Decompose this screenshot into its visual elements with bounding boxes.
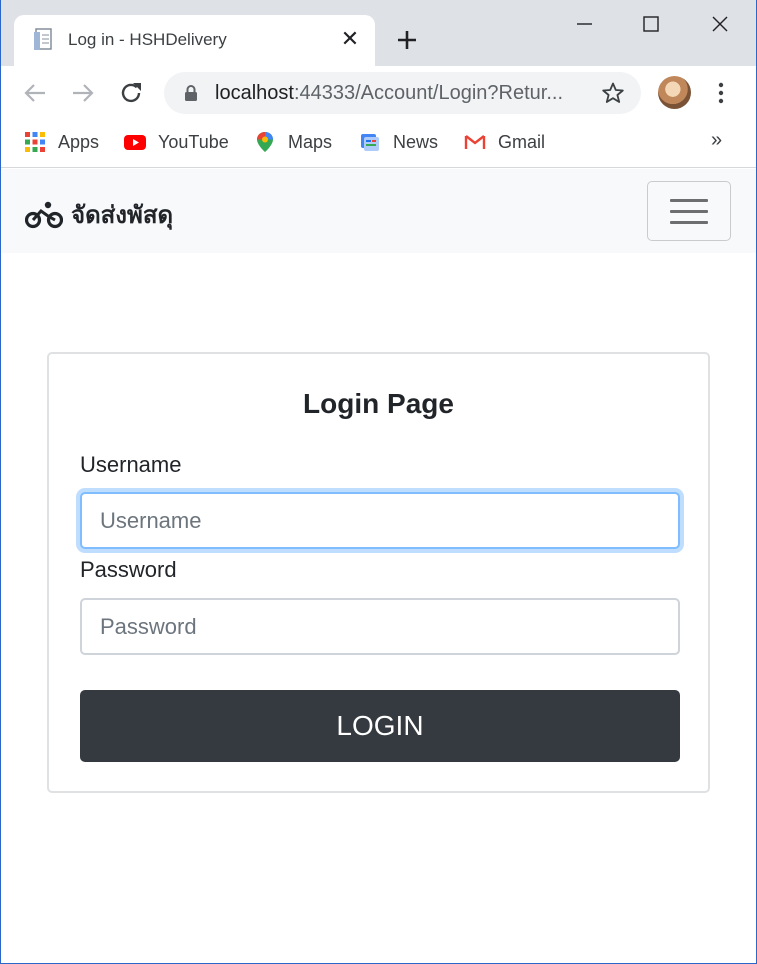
browser-toolbar: localhost:44333/Account/Login?Retur... [1,66,756,120]
news-icon [361,134,379,151]
reload-icon[interactable] [116,78,146,108]
new-tab-icon[interactable] [393,26,421,54]
tab-close-icon[interactable]: ✕ [339,28,361,50]
page-title: Login Page [303,388,454,419]
username-label: Username [80,452,182,477]
username-input[interactable] [80,492,680,549]
forward-arrow-icon[interactable] [68,78,98,108]
bookmark-gmail[interactable]: Gmail [464,129,545,155]
tab-title: Log in - HSHDelivery [68,30,227,49]
bookmark-label: Apps [58,131,100,152]
youtube-icon [124,135,146,150]
bicycle-icon [25,201,63,228]
window-close-icon[interactable] [697,8,743,40]
lock-icon[interactable] [182,84,200,102]
bookmarks-overflow-icon[interactable]: » [711,129,722,152]
apps-grid-icon [25,132,45,152]
maximize-icon[interactable] [628,8,674,40]
browser-window: Log in - HSHDelivery ✕ localhost:44333/A… [0,0,757,964]
password-label: Password [80,557,177,582]
bookmark-news[interactable]: News [359,129,438,155]
navbar-brand[interactable]: จัดส่งพัสดุ [25,195,173,234]
bookmark-label: Maps [288,131,333,152]
minimize-icon[interactable] [561,8,607,40]
hamburger-icon [670,199,708,202]
address-bar[interactable]: localhost:44333/Account/Login?Retur... [164,72,641,114]
url-text[interactable]: localhost:44333/Account/Login?Retur... [215,82,563,105]
bookmark-star-icon[interactable] [601,81,625,105]
site-navbar: จัดส่งพัสดุ [1,169,756,253]
bookmark-label: YouTube [158,131,229,152]
bookmark-youtube[interactable]: YouTube [124,129,229,155]
back-arrow-icon[interactable] [20,78,50,108]
tab-strip: Log in - HSHDelivery ✕ [1,0,756,66]
login-button[interactable]: LOGIN [80,690,680,762]
hamburger-icon [670,210,708,213]
login-card: Login Page Username Password LOGIN [47,352,710,793]
bookmark-maps[interactable]: Maps [254,129,332,155]
hamburger-icon [670,221,708,224]
profile-avatar[interactable] [658,76,691,109]
browser-tab[interactable]: Log in - HSHDelivery ✕ [14,15,375,66]
bookmark-apps[interactable]: Apps [24,129,99,155]
bookmarks-bar: Apps YouTube Maps News Gmail » [1,120,756,168]
page-favicon-icon [34,28,52,50]
gmail-icon [464,135,486,149]
navbar-toggler-button[interactable] [647,181,731,241]
brand-text: จัดส่งพัสดุ [71,201,174,229]
bookmark-label: News [393,131,439,152]
password-input[interactable] [80,598,680,655]
bookmark-label: Gmail [498,131,546,152]
more-menu-icon[interactable] [709,80,733,106]
url-host: localhost [215,82,294,104]
maps-pin-icon [257,132,273,152]
url-path: :44333/Account/Login?Retur... [293,82,564,104]
